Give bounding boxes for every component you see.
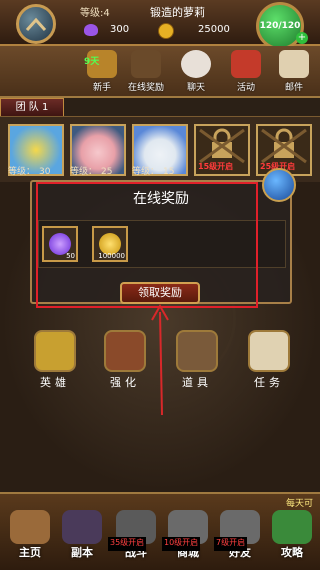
- level-label: 等级：: [8, 167, 36, 177]
- activity-label: 新手: [92, 83, 111, 93]
- activity-label: 在线奖励: [127, 83, 164, 93]
- hero-level-3: 等级： 15: [132, 164, 174, 178]
- hero-crest-icon: [34, 330, 76, 372]
- activity-label: 活动: [236, 83, 255, 93]
- house-icon: [10, 510, 50, 544]
- days-badge: 9天: [84, 57, 100, 67]
- add-energy-button[interactable]: +: [296, 32, 308, 44]
- energy-orb[interactable]: 120/120: [256, 2, 304, 50]
- player-name: 锻造的萝莉: [150, 6, 205, 19]
- nav-home[interactable]: 主页: [2, 510, 58, 568]
- lock-icon: [261, 128, 307, 164]
- gem-icon: [84, 24, 98, 36]
- activity-chat[interactable]: 聊天: [172, 48, 220, 96]
- annotation-arrow: [151, 303, 169, 416]
- guide-book-icon: [272, 510, 312, 544]
- chevron-up-icon: [25, 17, 47, 32]
- chat-bubble-icon: [181, 50, 211, 78]
- nav-lock-shop: 10级开启: [162, 537, 201, 551]
- back-button[interactable]: [16, 4, 56, 44]
- nav-label: 副本: [71, 546, 93, 559]
- dungeon-icon: [62, 510, 102, 544]
- level-label: 等级：: [70, 167, 98, 177]
- backpack-icon: [176, 330, 218, 372]
- daily-hint: 每天可: [286, 499, 314, 509]
- nav-guide[interactable]: 攻略: [264, 510, 320, 568]
- nav-dungeon[interactable]: 副本: [54, 510, 110, 568]
- treasure-chest-icon: [131, 50, 161, 78]
- level-value: 30: [39, 167, 51, 177]
- level-label: 等级：: [132, 167, 160, 177]
- scroll-mail-icon: [279, 50, 309, 78]
- gold-count: 25000: [198, 24, 230, 35]
- unlock-level-text: 15级开启: [198, 162, 234, 171]
- nav-label: 主页: [19, 546, 41, 559]
- activity-mail[interactable]: 邮件: [270, 48, 318, 96]
- menu-heroes[interactable]: 英雄: [28, 330, 82, 394]
- gold-coin-icon: [158, 23, 174, 39]
- hero-level-1: 等级： 30: [8, 164, 50, 178]
- lock-icon: [199, 128, 245, 164]
- activity-events[interactable]: 活动: [222, 48, 270, 96]
- present-icon: [231, 50, 261, 78]
- activity-label: 聊天: [186, 83, 205, 93]
- activity-online-reward[interactable]: 在线奖励: [122, 48, 170, 96]
- highlight-box: [36, 182, 258, 308]
- level-value: 25: [101, 167, 113, 177]
- nav-label: 攻略: [281, 546, 303, 559]
- menu-label: 英雄: [40, 376, 70, 389]
- nav-lock-friends: 7级开启: [214, 537, 248, 551]
- level-value: 15: [163, 167, 175, 177]
- energy-value: 120/120: [259, 21, 301, 31]
- gem-count: 300: [110, 24, 130, 35]
- team-tab[interactable]: 团 队 1: [0, 98, 64, 118]
- refresh-icon[interactable]: [262, 168, 296, 202]
- menu-label: 任务: [254, 376, 284, 389]
- nav-lock-battle: 35级开启: [108, 537, 147, 551]
- hero-level-2: 等级： 25: [70, 164, 112, 178]
- activity-label: 邮件: [284, 83, 303, 93]
- hero-slot-locked-1[interactable]: 15级开启: [194, 124, 250, 176]
- menu-tasks[interactable]: 任务: [242, 330, 296, 394]
- player-level: 等级:4: [80, 8, 110, 19]
- scroll-icon: [248, 330, 290, 372]
